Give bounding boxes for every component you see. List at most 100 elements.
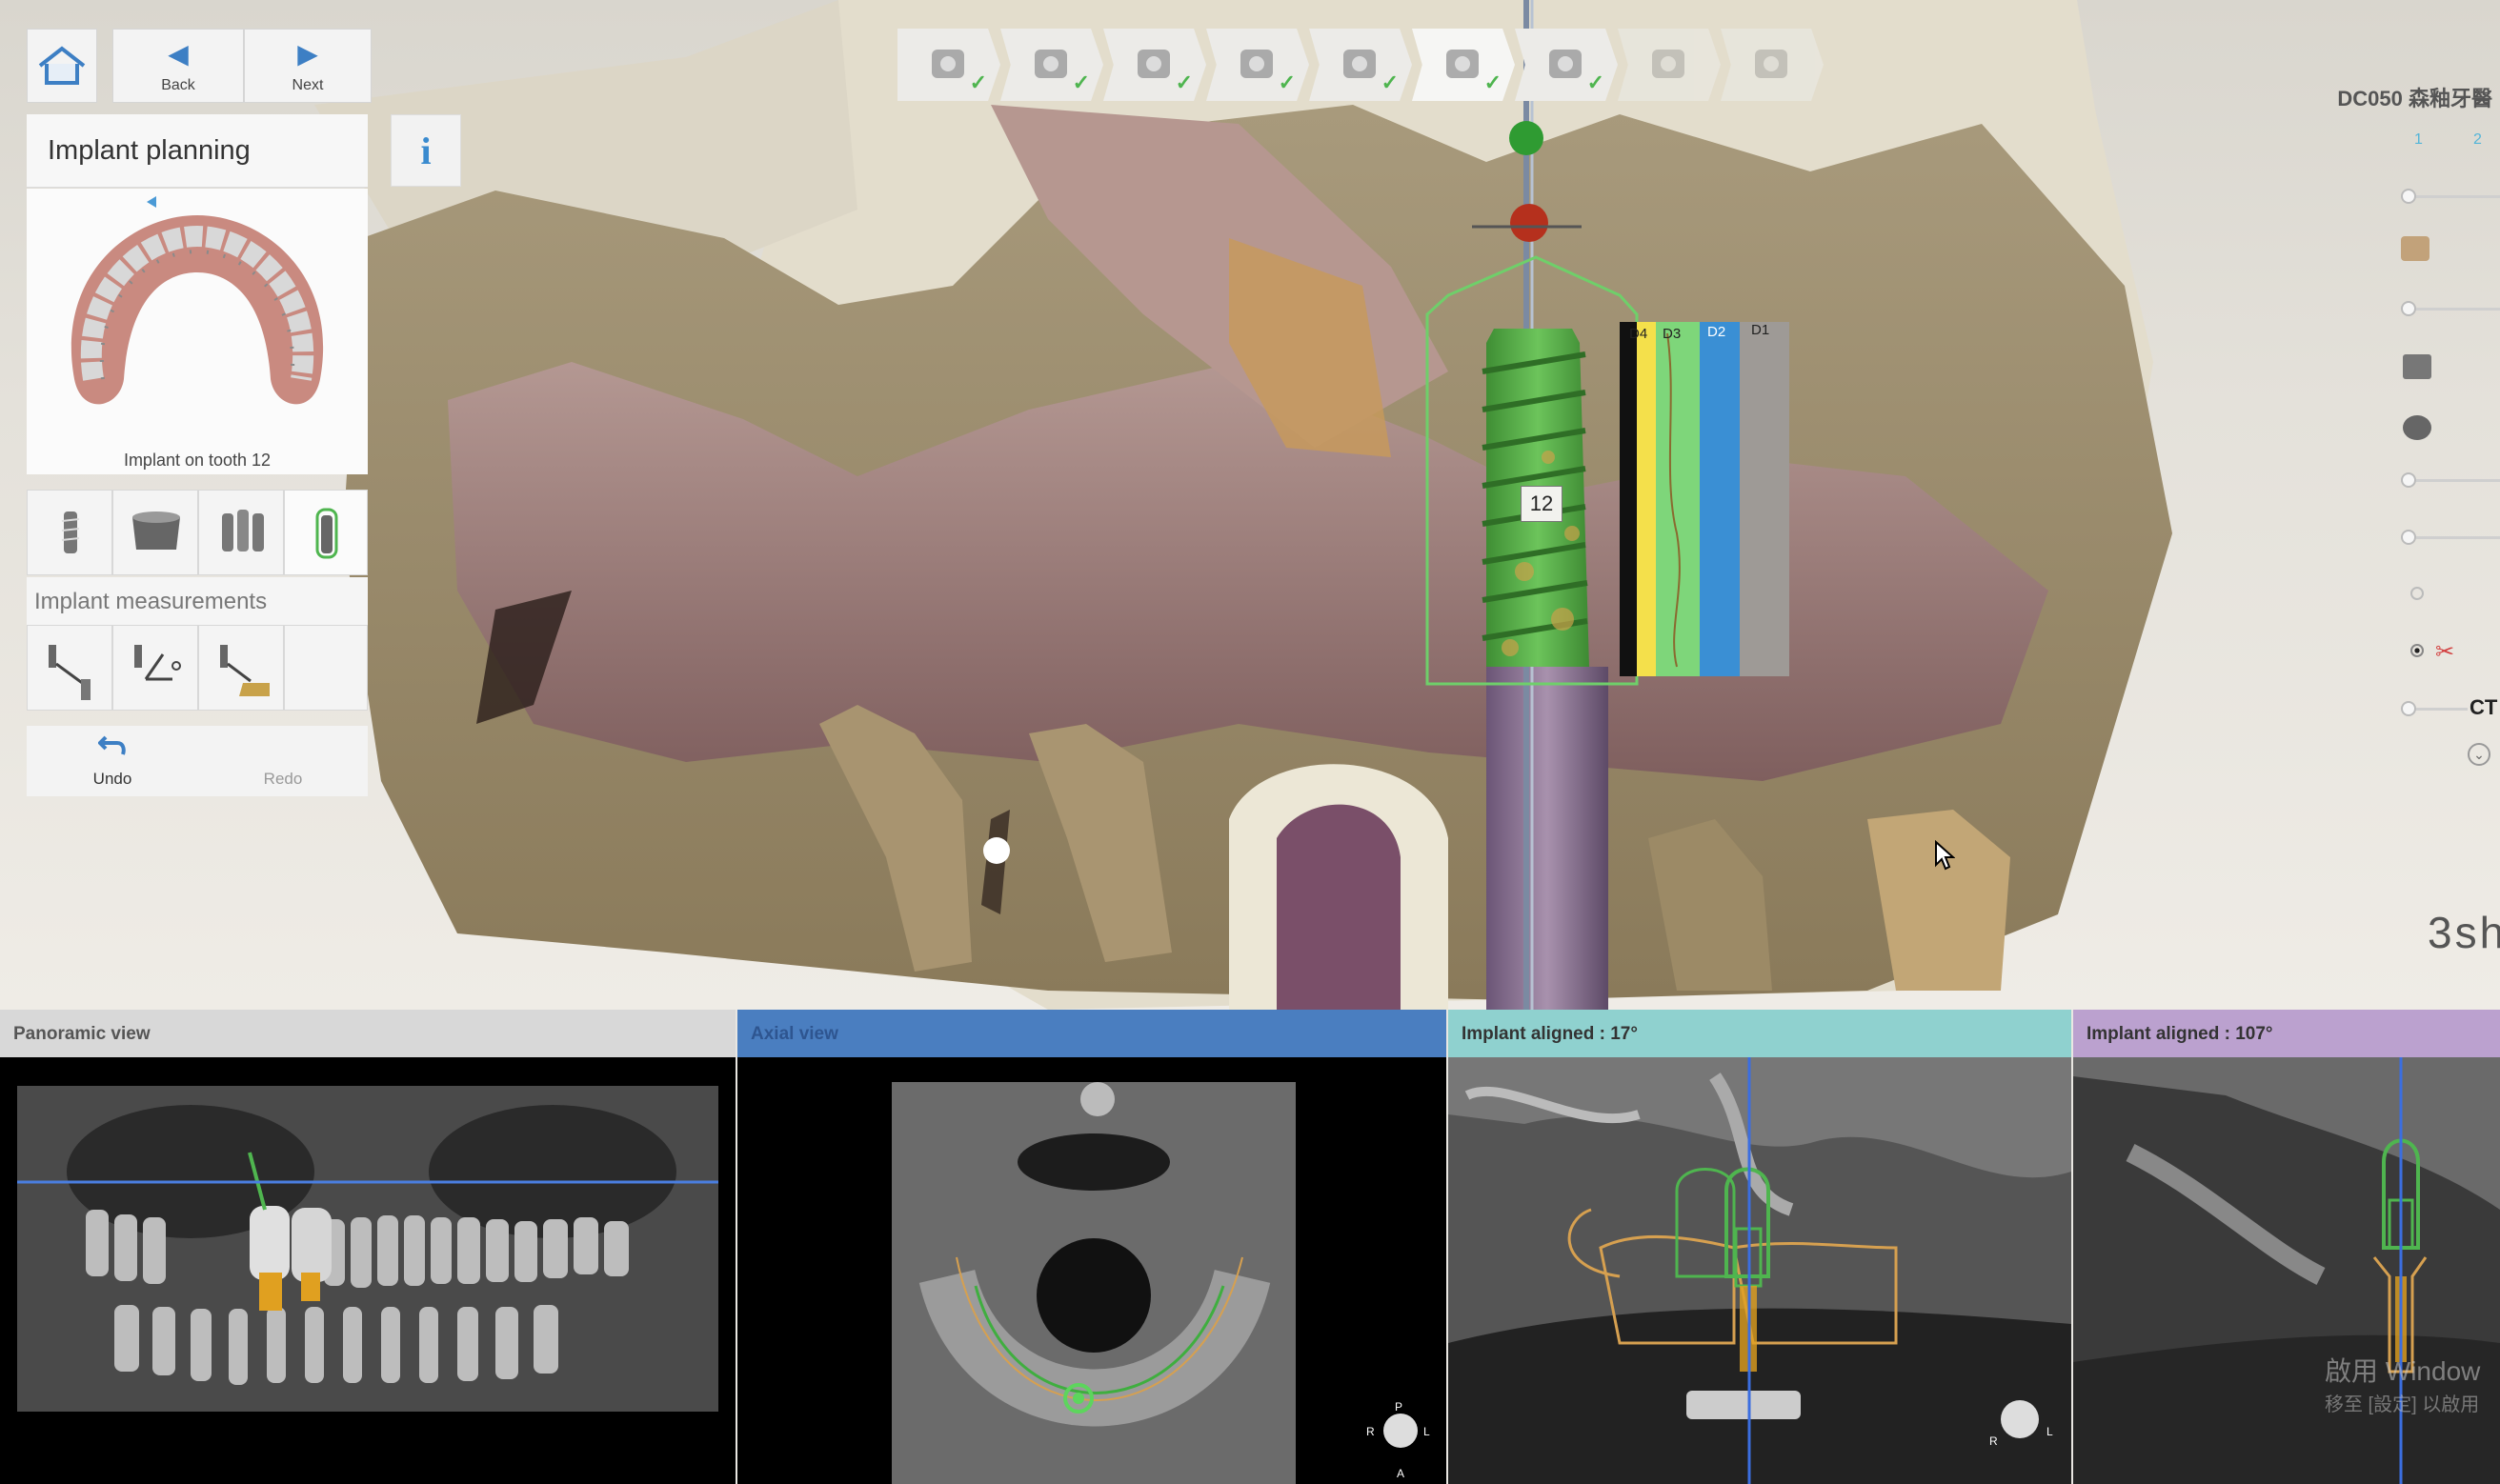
crown-icon: [1233, 42, 1280, 86]
workflow-step-crown[interactable]: ✓: [1206, 29, 1309, 101]
3d-viewport[interactable]: 12 D4 D3 D2 D1: [0, 0, 2500, 1010]
mouse-cursor-icon: [1935, 840, 1955, 871]
info-button[interactable]: i: [391, 114, 461, 187]
measurements-label: Implant measurements: [34, 589, 268, 614]
arch-thumbnail[interactable]: Implant on tooth 12: [27, 189, 368, 474]
orientation-r-label: R: [1366, 1425, 1375, 1438]
crown-layer-icon[interactable]: [2403, 354, 2431, 379]
density-label-d2: D2: [1707, 324, 1726, 340]
aligned-view-107[interactable]: [2073, 1057, 2500, 1484]
workflow-step-implant[interactable]: ✓: [1412, 29, 1515, 101]
redo-button[interactable]: Redo: [198, 726, 368, 796]
implant-library-button[interactable]: [27, 490, 112, 575]
3d-jaw-render[interactable]: [0, 0, 2500, 1010]
ct-label: CT: [2470, 695, 2498, 719]
redo-label: Redo: [263, 770, 303, 788]
home-button[interactable]: [27, 29, 97, 103]
workflow-step-scan-import[interactable]: ✓: [1000, 29, 1103, 101]
sleeve-icon: [1542, 42, 1589, 86]
aligned-ct-image-17: [1448, 1057, 2071, 1484]
empty-tool-slot: [284, 625, 368, 711]
measure-distance-button[interactable]: [27, 625, 112, 711]
panel-title-bar: Implant planning: [27, 114, 368, 188]
workflow-step-jaw[interactable]: ✓: [1309, 29, 1412, 101]
visibility-slider-1[interactable]: [2401, 187, 2500, 206]
check-icon: ✓: [1175, 70, 1193, 94]
multi-implant-icon: [222, 510, 264, 551]
visibility-slider-3[interactable]: [2401, 471, 2500, 490]
abutment-button[interactable]: [112, 490, 198, 575]
implant-tooth-label: 12: [1521, 486, 1562, 522]
measure-angle-button[interactable]: [112, 625, 198, 711]
arrow-left-icon: ◀: [168, 39, 189, 69]
info-icon: i: [420, 130, 432, 172]
ct-slider[interactable]: [2401, 699, 2468, 718]
aligned-view-17-header[interactable]: Implant aligned : 17°: [1448, 1010, 2071, 1057]
site-label: DC050 森釉牙醫: [2337, 87, 2492, 110]
brand-logo: 3sh: [2428, 908, 2500, 957]
layer-radio-1[interactable]: [2410, 587, 2424, 600]
layer-radio-2[interactable]: [2410, 644, 2424, 657]
density-label-d3: D3: [1663, 326, 1682, 342]
implant-selected-icon: [315, 508, 338, 559]
prescription-icon: [924, 42, 972, 86]
scan-import-icon: [1027, 42, 1075, 86]
visibility-slider-2[interactable]: [2401, 299, 2500, 318]
undo-icon: [98, 735, 126, 755]
visibility-slider-4[interactable]: [2401, 528, 2500, 547]
workflow-step-segmentation[interactable]: ✓: [1103, 29, 1206, 101]
activation-watermark-sub: 移至 [設定] 以啟用: [2325, 1394, 2480, 1415]
panoramic-ct-image: [17, 1086, 718, 1412]
aligned-view-17[interactable]: R L: [1448, 1057, 2071, 1484]
teeth-layer-icon[interactable]: [2401, 236, 2429, 261]
aligned-view-107-title: Implant aligned : 107°: [2087, 1024, 2273, 1044]
orientation-l-label-17: L: [2046, 1425, 2053, 1438]
tab-number-2[interactable]: 2: [2473, 131, 2482, 149]
dental-arch-image: [71, 196, 324, 405]
panoramic-view-title: Panoramic view: [13, 1024, 151, 1044]
workflow-step-guide-tool[interactable]: [1618, 29, 1721, 101]
orientation-r-label-17: R: [1989, 1434, 1998, 1448]
check-icon: ✓: [1072, 70, 1090, 94]
undo-label: Undo: [92, 770, 132, 788]
aligned-view-107-header[interactable]: Implant aligned : 107°: [2073, 1010, 2500, 1057]
arch-pointer-icon: [147, 196, 156, 208]
orientation-l-label: L: [1423, 1425, 1430, 1438]
back-label: Back: [161, 77, 195, 93]
check-icon: ✓: [1483, 70, 1502, 94]
density-label-d1: D1: [1751, 322, 1770, 338]
activation-watermark: 啟用 Window: [2325, 1356, 2481, 1386]
check-icon: ✓: [969, 70, 987, 94]
guide-output-icon: [1747, 42, 1795, 86]
axial-view[interactable]: P R L A: [737, 1057, 1446, 1484]
aligned-ct-image-107: [2073, 1057, 2500, 1484]
next-button[interactable]: ▶ Next: [244, 29, 372, 103]
jaw-layer-icon[interactable]: [2403, 415, 2431, 440]
implant-icon: [61, 511, 80, 553]
tab-number-1[interactable]: 1: [2414, 131, 2423, 149]
guide-tool-icon: [1644, 42, 1692, 86]
measure-bone-button[interactable]: [198, 625, 284, 711]
scissors-icon[interactable]: ✂: [2435, 638, 2454, 666]
chevron-down-icon[interactable]: ⌄: [2468, 743, 2490, 766]
orientation-p-label: P: [1395, 1400, 1403, 1414]
panoramic-view[interactable]: [0, 1057, 736, 1484]
panoramic-view-header[interactable]: Panoramic view: [0, 1010, 736, 1057]
jaw-icon: [1336, 42, 1383, 86]
multi-implant-button[interactable]: [198, 490, 284, 575]
density-label-d4: D4: [1629, 326, 1648, 342]
measure-angle-icon: [134, 645, 181, 681]
measurements-section: Implant measurements: [27, 577, 368, 625]
measure-distance-icon: [49, 645, 91, 700]
page-title: Implant planning: [48, 135, 251, 166]
axial-view-header[interactable]: Axial view: [737, 1010, 1446, 1057]
workflow-step-guide-output[interactable]: [1721, 29, 1824, 101]
workflow-step-prescription[interactable]: ✓: [897, 29, 1000, 101]
implant-green-button[interactable]: [284, 490, 368, 575]
back-button[interactable]: ◀ Back: [112, 29, 244, 103]
workflow-step-sleeve[interactable]: ✓: [1515, 29, 1618, 101]
check-icon: ✓: [1586, 70, 1604, 94]
measure-bone-icon: [220, 645, 270, 696]
undo-button[interactable]: Undo: [27, 726, 198, 796]
orientation-a-label: A: [1397, 1467, 1405, 1480]
